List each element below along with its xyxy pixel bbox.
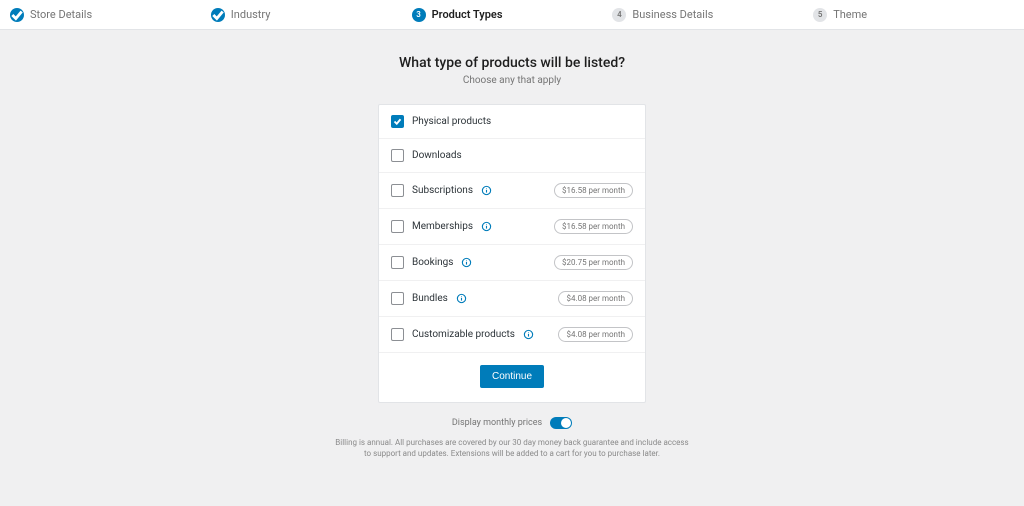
toggle-label: Display monthly prices: [452, 418, 542, 428]
checkbox-icon[interactable]: [391, 149, 404, 162]
step-business-details[interactable]: 4 Business Details: [612, 8, 813, 22]
price-badge: $16.58 per month: [554, 183, 633, 198]
product-types-card: Physical products Downloads Subscription…: [378, 104, 646, 403]
step-product-types[interactable]: 3 Product Types: [412, 8, 613, 22]
info-icon[interactable]: [456, 293, 467, 304]
option-downloads[interactable]: Downloads: [379, 139, 645, 173]
option-label: Subscriptions: [412, 185, 473, 196]
step-theme[interactable]: 5 Theme: [813, 8, 1014, 22]
option-label: Bundles: [412, 293, 448, 304]
step-label: Industry: [231, 8, 271, 21]
step-number-icon: 4: [612, 8, 626, 22]
option-memberships[interactable]: Memberships $16.58 per month: [379, 209, 645, 245]
main-content: What type of products will be listed? Ch…: [0, 30, 1024, 459]
info-icon[interactable]: [461, 257, 472, 268]
price-badge: $20.75 per month: [554, 255, 633, 270]
step-number-icon: 5: [813, 8, 827, 22]
option-physical-products[interactable]: Physical products: [379, 105, 645, 139]
billing-disclaimer: Billing is annual. All purchases are cov…: [332, 437, 692, 459]
option-label: Downloads: [412, 150, 462, 161]
option-label: Customizable products: [412, 329, 515, 340]
step-store-details[interactable]: Store Details: [10, 8, 211, 22]
monthly-prices-toggle[interactable]: [550, 417, 572, 429]
price-badge: $4.08 per month: [558, 327, 633, 342]
checkbox-icon[interactable]: [391, 220, 404, 233]
continue-button[interactable]: Continue: [480, 365, 544, 388]
step-label: Product Types: [432, 8, 503, 21]
option-bundles[interactable]: Bundles $4.08 per month: [379, 281, 645, 317]
price-badge: $4.08 per month: [558, 291, 633, 306]
option-subscriptions[interactable]: Subscriptions $16.58 per month: [379, 173, 645, 209]
option-label: Bookings: [412, 257, 453, 268]
page-title: What type of products will be listed?: [399, 55, 625, 71]
check-icon: [10, 8, 24, 22]
page-subtitle: Choose any that apply: [463, 75, 561, 86]
info-icon[interactable]: [523, 329, 534, 340]
option-label: Physical products: [412, 116, 491, 127]
step-number-icon: 3: [412, 8, 426, 22]
checkbox-icon[interactable]: [391, 328, 404, 341]
step-label: Business Details: [632, 8, 713, 21]
checkbox-icon[interactable]: [391, 256, 404, 269]
info-icon[interactable]: [481, 185, 492, 196]
price-badge: $16.58 per month: [554, 219, 633, 234]
step-label: Store Details: [30, 8, 92, 21]
pricing-footer: Display monthly prices Billing is annual…: [332, 417, 692, 459]
check-icon: [211, 8, 225, 22]
step-industry[interactable]: Industry: [211, 8, 412, 22]
option-customizable-products[interactable]: Customizable products $4.08 per month: [379, 317, 645, 353]
option-bookings[interactable]: Bookings $20.75 per month: [379, 245, 645, 281]
option-label: Memberships: [412, 221, 473, 232]
checkbox-icon[interactable]: [391, 184, 404, 197]
setup-stepper: Store Details Industry 3 Product Types 4…: [0, 0, 1024, 30]
step-label: Theme: [833, 8, 867, 21]
checkbox-icon[interactable]: [391, 292, 404, 305]
checkbox-icon[interactable]: [391, 115, 404, 128]
info-icon[interactable]: [481, 221, 492, 232]
